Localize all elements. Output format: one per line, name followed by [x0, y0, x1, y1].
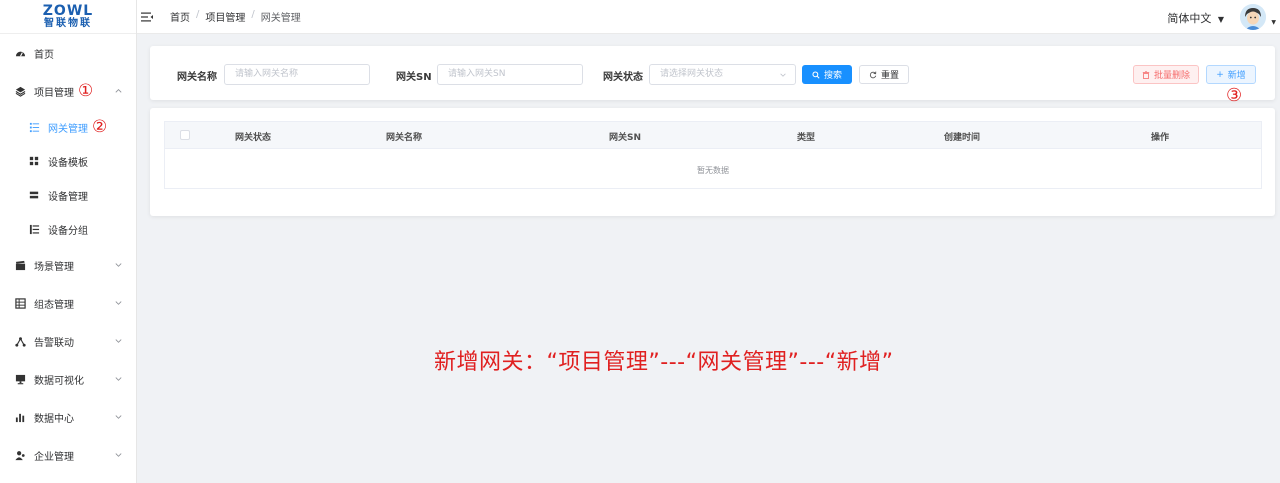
bar-chart-icon — [14, 411, 26, 423]
annotation-marker-3: ③ — [1226, 85, 1243, 106]
sidebar-item-data-center[interactable]: 数据中心 — [0, 402, 137, 432]
sidebar-item-device[interactable]: 设备管理 — [0, 180, 137, 210]
chevron-down-icon — [115, 415, 122, 419]
caret-down-icon: ▼ — [1271, 19, 1276, 26]
sidebar-item-label: 告警联动 — [34, 337, 74, 349]
gateway-table: 网关状态 网关名称 网关SN 类型 创建时间 操作 暂无数据 — [164, 121, 1262, 189]
refresh-icon — [869, 71, 877, 78]
gateway-sn-label: 网关SN — [396, 72, 432, 83]
caret-down-icon: ▼ — [1217, 15, 1224, 24]
annotation-marker-1: ① — [78, 81, 94, 101]
reset-button-label: 重置 — [880, 71, 899, 81]
gateway-name-label: 网关名称 — [177, 72, 217, 83]
sidebar-item-alarm[interactable]: 告警联动 — [0, 326, 137, 356]
trash-icon — [1142, 70, 1150, 79]
sidebar: ZOWL 智联物联 首页 项目管理 ① 网关管理 ② 设备模板 设备管理 设备分… — [0, 0, 137, 483]
logo-text: ZOWL — [42, 3, 94, 19]
breadcrumb-separator: / — [251, 9, 255, 20]
grid-icon — [28, 155, 40, 167]
gateway-status-placeholder: 请选择网关状态 — [660, 69, 724, 79]
column-header-name[interactable]: 网关名称 — [386, 130, 422, 143]
annotation-marker-2: ② — [92, 117, 108, 137]
sidebar-item-label: 组态管理 — [34, 299, 74, 311]
search-button[interactable]: 搜索 — [802, 65, 852, 84]
logo-subtitle: 智联物联 — [44, 18, 92, 29]
sidebar-item-project[interactable]: 项目管理 ① — [0, 76, 137, 106]
sidebar-item-label: 设备分组 — [48, 225, 88, 237]
column-header-type[interactable]: 类型 — [797, 130, 815, 143]
sidebar-item-config[interactable]: 组态管理 — [0, 288, 137, 318]
sidebar-item-label: 数据中心 — [34, 413, 74, 425]
avatar[interactable] — [1240, 4, 1266, 30]
plus-icon: + — [1216, 69, 1224, 80]
logo: ZOWL 智联物联 — [0, 0, 136, 34]
dashboard-icon — [14, 47, 26, 59]
column-header-sn[interactable]: 网关SN — [609, 130, 641, 143]
sidebar-item-scene[interactable]: 场景管理 — [0, 250, 137, 280]
empty-state-text: 暂无数据 — [697, 166, 729, 175]
language-label: 简体中文 — [1167, 12, 1212, 25]
users-icon — [14, 449, 26, 461]
chevron-down-icon — [115, 263, 122, 267]
breadcrumb-project[interactable]: 项目管理 — [205, 9, 245, 24]
group-icon — [28, 223, 40, 235]
table-panel: 网关状态 网关名称 网关SN 类型 创建时间 操作 暂无数据 — [150, 108, 1275, 216]
chevron-down-icon — [115, 339, 122, 343]
sidebar-item-enterprise[interactable]: 企业管理 — [0, 440, 137, 470]
gateway-status-select[interactable]: 请选择网关状态 — [649, 64, 796, 85]
search-panel: 网关名称 请输入网关名称 网关SN 请输入网关SN 网关状态 请选择网关状态 搜… — [150, 46, 1275, 100]
chevron-down-icon — [115, 301, 122, 305]
sidebar-item-label: 项目管理 — [34, 87, 74, 99]
instruction-annotation: 新增网关：“项目管理”---“网关管理”---“新增” — [434, 350, 894, 375]
language-select[interactable]: 简体中文 ▼ — [1167, 10, 1224, 26]
sidebar-item-label: 首页 — [34, 49, 54, 61]
column-header-actions: 操作 — [1151, 133, 1170, 143]
monitor-icon — [14, 373, 26, 385]
sidebar-item-label: 数据可视化 — [34, 375, 84, 387]
server-icon — [28, 189, 40, 201]
clapper-icon — [14, 259, 26, 271]
select-all-checkbox[interactable] — [180, 130, 190, 140]
sidebar-item-device-template[interactable]: 设备模板 — [0, 146, 137, 176]
sidebar-item-label: 网关管理 — [48, 123, 88, 135]
breadcrumb-home[interactable]: 首页 — [170, 9, 190, 24]
sidebar-item-visualization[interactable]: 数据可视化 — [0, 364, 137, 394]
menu-fold-icon[interactable] — [141, 11, 153, 23]
search-button-label: 搜索 — [823, 71, 842, 81]
breadcrumb-current: 网关管理 — [260, 13, 301, 24]
gateway-status-label: 网关状态 — [603, 72, 643, 83]
top-header: 首页 / 项目管理 / 网关管理 简体中文 ▼ ▼ — [137, 0, 1280, 34]
chevron-up-icon — [115, 88, 122, 93]
list-icon — [28, 121, 40, 133]
sidebar-item-home[interactable]: 首页 — [0, 38, 137, 68]
sidebar-item-label: 设备管理 — [48, 191, 88, 203]
chevron-down-icon — [115, 377, 122, 381]
breadcrumb: 首页 / 项目管理 / 网关管理 — [170, 9, 301, 24]
sidebar-item-device-group[interactable]: 设备分组 — [0, 214, 137, 244]
link-icon — [14, 335, 26, 347]
add-button-label: 新增 — [1227, 71, 1246, 81]
batch-delete-label: 批量删除 — [1153, 71, 1190, 81]
layers-icon — [14, 85, 26, 97]
chevron-down-icon — [115, 453, 122, 457]
sidebar-item-label: 企业管理 — [34, 451, 74, 463]
breadcrumb-separator: / — [196, 9, 200, 20]
add-gateway-button[interactable]: + 新增 — [1206, 65, 1256, 84]
table-icon — [14, 297, 26, 309]
column-header-status[interactable]: 网关状态 — [235, 130, 271, 143]
gateway-name-input[interactable]: 请输入网关名称 — [224, 64, 370, 85]
search-icon — [812, 70, 820, 79]
batch-delete-button[interactable]: 批量删除 — [1133, 65, 1199, 84]
sidebar-item-label: 设备模板 — [48, 157, 88, 169]
chevron-down-icon — [780, 73, 786, 77]
sidebar-item-label: 场景管理 — [34, 261, 74, 273]
column-header-created[interactable]: 创建时间 — [944, 130, 980, 143]
gateway-sn-input[interactable]: 请输入网关SN — [437, 64, 583, 85]
table-header: 网关状态 网关名称 网关SN 类型 创建时间 操作 — [165, 122, 1261, 149]
sidebar-item-gateway[interactable]: 网关管理 ② — [0, 112, 137, 142]
reset-button[interactable]: 重置 — [859, 65, 909, 84]
